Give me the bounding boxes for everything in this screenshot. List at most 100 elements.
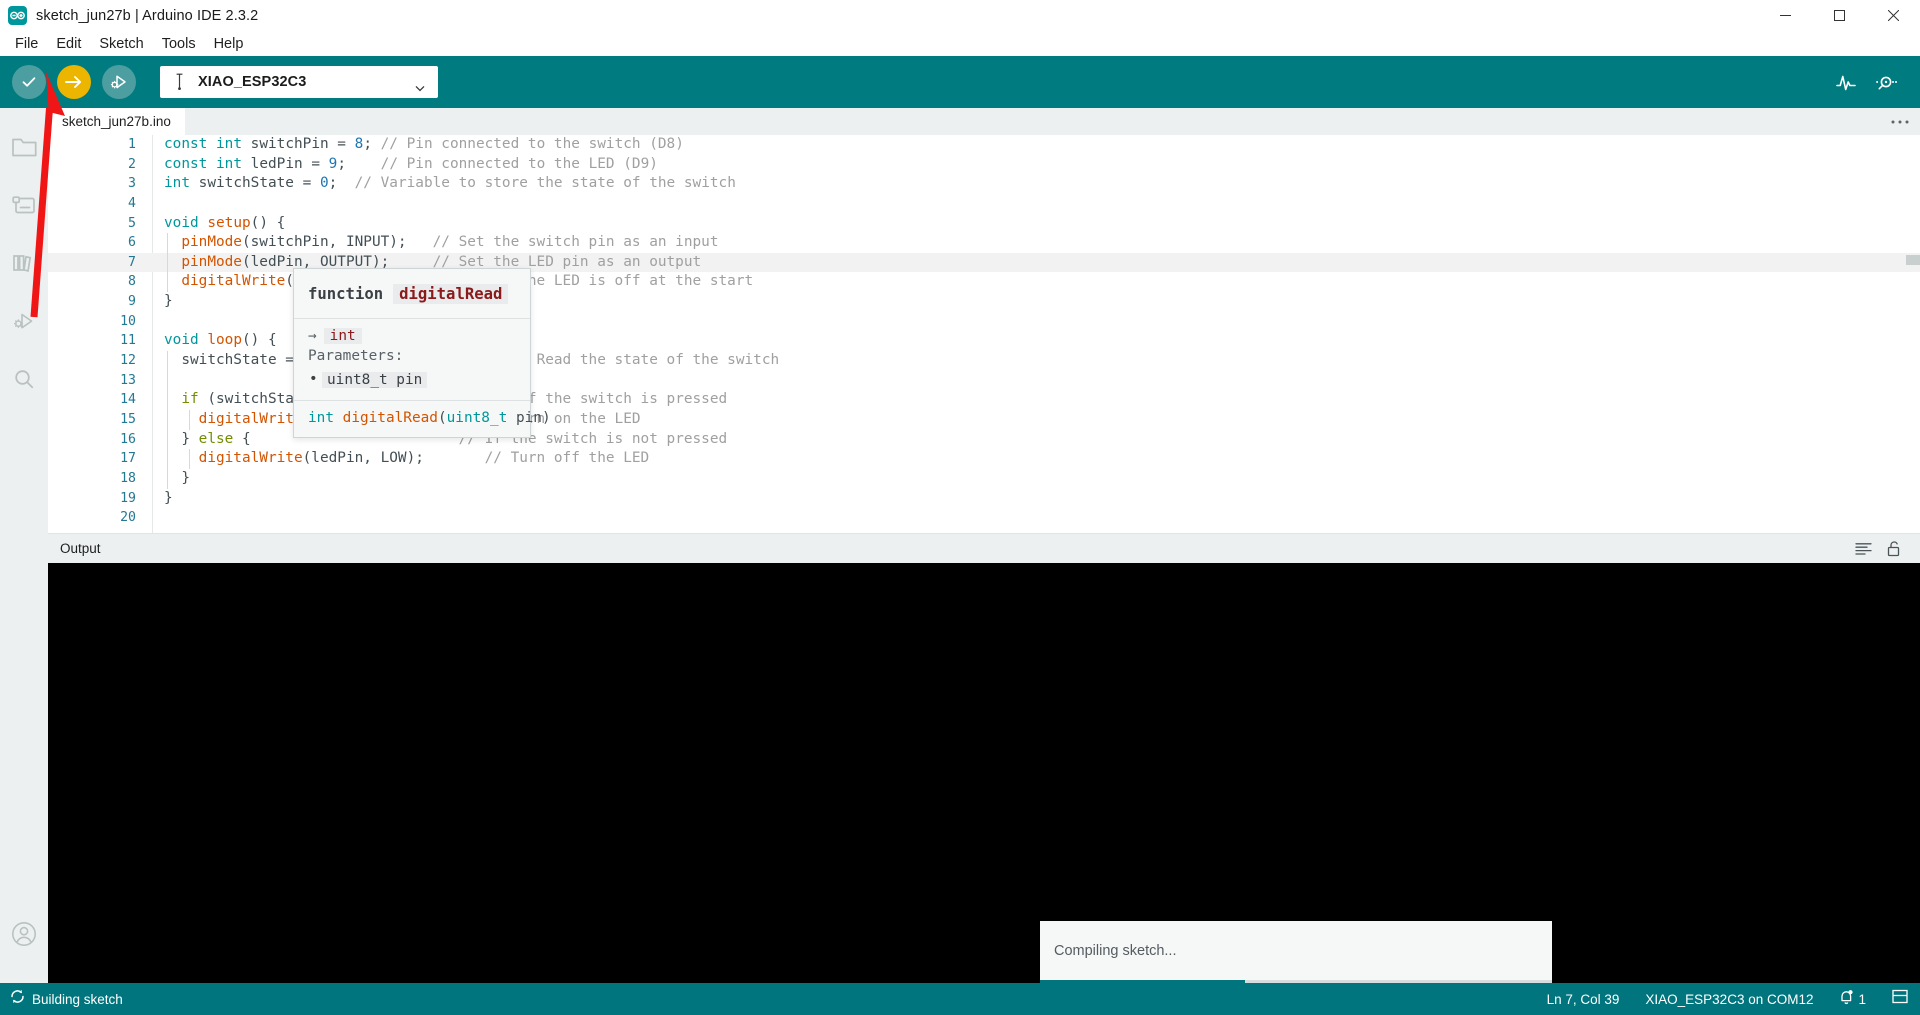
code-line[interactable]: 5void setup() { bbox=[48, 214, 1920, 234]
indent-guide bbox=[167, 371, 168, 391]
search-icon bbox=[11, 367, 38, 396]
editor-scrollbar[interactable] bbox=[1906, 255, 1920, 265]
notification-toast[interactable]: Compiling sketch... bbox=[1040, 921, 1552, 983]
serial-plotter-icon[interactable] bbox=[1826, 62, 1866, 102]
cursor-position[interactable]: Ln 7, Col 39 bbox=[1547, 992, 1620, 1007]
code-line[interactable]: 17 digitalWrite(ledPin, LOW); // Turn of… bbox=[48, 449, 1920, 469]
sidebar-item-boards-manager[interactable] bbox=[0, 178, 48, 236]
sidebar-item-library-manager[interactable] bbox=[0, 236, 48, 294]
arduino-ide-window: sketch_jun27b | Arduino IDE 2.3.2 File E… bbox=[0, 0, 1920, 1015]
window-title: sketch_jun27b | Arduino IDE 2.3.2 bbox=[36, 8, 258, 24]
unlock-icon[interactable] bbox=[1878, 534, 1908, 564]
code-line-text: const int switchPin = 8; // Pin connecte… bbox=[164, 135, 684, 155]
code-line-text: } bbox=[164, 489, 173, 509]
line-number: 17 bbox=[48, 449, 136, 469]
status-bar-right: Ln 7, Col 39 XIAO_ESP32C3 on COM12 1 bbox=[1521, 989, 1920, 1010]
check-icon bbox=[19, 72, 39, 92]
panel-toggle-button[interactable] bbox=[1892, 989, 1908, 1009]
code-line-text: } bbox=[164, 292, 173, 312]
line-number: 3 bbox=[48, 174, 136, 194]
code-line[interactable]: 4 bbox=[48, 194, 1920, 214]
bell-icon bbox=[1839, 989, 1854, 1010]
debug-button[interactable] bbox=[102, 65, 136, 99]
editor-area: sketch_jun27b.ino 1 const int switchPin =… bbox=[48, 108, 1920, 533]
upload-button[interactable] bbox=[57, 65, 91, 99]
line-number: 16 bbox=[48, 430, 136, 450]
menu-item-edit[interactable]: Edit bbox=[47, 32, 90, 56]
sidebar-item-debug[interactable] bbox=[0, 294, 48, 352]
line-number: 1 bbox=[48, 135, 136, 155]
hover-card-header: function digitalRead bbox=[294, 269, 530, 319]
code-line[interactable]: 6 pinMode(switchPin, INPUT); // Set the … bbox=[48, 233, 1920, 253]
ellipsis-icon[interactable] bbox=[1880, 108, 1920, 135]
line-number: 9 bbox=[48, 292, 136, 312]
line-number: 18 bbox=[48, 469, 136, 489]
line-number: 15 bbox=[48, 410, 136, 430]
code-line[interactable]: 2const int ledPin = 9; // Pin connected … bbox=[48, 155, 1920, 175]
hover-card-signature: int digitalRead(uint8_t pin) bbox=[294, 401, 530, 437]
line-number: 13 bbox=[48, 371, 136, 391]
line-number: 20 bbox=[48, 508, 136, 528]
hover-card-return-type: int bbox=[324, 328, 362, 344]
account-icon bbox=[11, 921, 37, 952]
hover-card-symbol-name: digitalRead bbox=[393, 284, 508, 304]
hover-card-return: →int bbox=[308, 328, 516, 344]
editor-tab-filler bbox=[185, 108, 1880, 135]
debug-icon bbox=[109, 72, 130, 92]
output-panel-header: Output bbox=[48, 533, 1920, 563]
minimize-button[interactable] bbox=[1758, 0, 1812, 32]
menu-item-file[interactable]: File bbox=[6, 32, 47, 56]
board-port-status[interactable]: XIAO_ESP32C3 on COM12 bbox=[1645, 992, 1813, 1007]
sidebar-item-sketchbook[interactable] bbox=[0, 120, 48, 178]
code-line-text: digitalWrite(ledPin, LOW); // Turn off t… bbox=[164, 449, 649, 469]
line-number: 10 bbox=[48, 312, 136, 332]
code-line-text: int switchState = 0; // Variable to stor… bbox=[164, 174, 736, 194]
code-line[interactable]: 19} bbox=[48, 489, 1920, 509]
maximize-button[interactable] bbox=[1812, 0, 1866, 32]
spinner-icon bbox=[10, 989, 25, 1009]
toolbar-right-actions bbox=[1826, 62, 1920, 102]
line-number: 7 bbox=[48, 253, 136, 273]
menu-item-sketch[interactable]: Sketch bbox=[90, 32, 152, 56]
status-bar-left[interactable]: Building sketch bbox=[10, 989, 123, 1009]
wrap-lines-icon[interactable] bbox=[1848, 534, 1878, 564]
menu-item-help[interactable]: Help bbox=[205, 32, 253, 56]
hover-card-parameter-item: uint8_t pin bbox=[308, 372, 516, 388]
menu-bar: File Edit Sketch Tools Help bbox=[0, 32, 1920, 56]
arduino-logo-icon bbox=[8, 6, 27, 25]
editor-tab-bar: sketch_jun27b.ino bbox=[48, 108, 1920, 135]
verify-button[interactable] bbox=[12, 65, 46, 99]
line-number: 14 bbox=[48, 390, 136, 410]
code-line-text: const int ledPin = 9; // Pin connected t… bbox=[164, 155, 658, 175]
status-bar: Building sketch Ln 7, Col 39 XIAO_ESP32C… bbox=[0, 983, 1920, 1015]
status-bar-message: Building sketch bbox=[32, 992, 123, 1007]
boards-manager-icon bbox=[11, 193, 38, 222]
line-number: 19 bbox=[48, 489, 136, 509]
menu-item-tools[interactable]: Tools bbox=[153, 32, 205, 56]
hover-card-keyword: function bbox=[308, 285, 383, 303]
code-line[interactable]: 3 int switchState = 0; // Variable to sto… bbox=[48, 174, 1920, 194]
line-number: 5 bbox=[48, 214, 136, 234]
signature-token: uint8_t bbox=[447, 410, 508, 426]
code-line-text: void loop() { bbox=[164, 331, 277, 351]
editor-tab-sketch[interactable]: sketch_jun27b.ino bbox=[48, 108, 185, 135]
output-console[interactable] bbox=[48, 563, 1920, 983]
code-line[interactable]: 1 const int switchPin = 8; // Pin connect… bbox=[48, 135, 1920, 155]
chevron-down-icon[interactable] bbox=[415, 79, 425, 97]
close-button[interactable] bbox=[1866, 0, 1920, 32]
line-number: 4 bbox=[48, 194, 136, 214]
signature-token: pin) bbox=[507, 410, 550, 426]
hover-card-parameters-label: Parameters: bbox=[308, 348, 516, 364]
sidebar-item-search[interactable] bbox=[0, 352, 48, 410]
code-line[interactable]: 20 bbox=[48, 508, 1920, 528]
signature-token: digitalRead bbox=[343, 410, 438, 426]
editor-tab-label: sketch_jun27b.ino bbox=[62, 114, 171, 129]
title-bar: sketch_jun27b | Arduino IDE 2.3.2 bbox=[0, 0, 1920, 32]
board-selector[interactable]: XIAO_ESP32C3 bbox=[160, 66, 438, 98]
line-number: 12 bbox=[48, 351, 136, 371]
signature-token: ( bbox=[438, 410, 447, 426]
notifications-button[interactable]: 1 bbox=[1839, 989, 1866, 1010]
code-line[interactable]: 18 } bbox=[48, 469, 1920, 489]
serial-monitor-icon[interactable] bbox=[1866, 62, 1906, 102]
sidebar-item-account[interactable] bbox=[0, 907, 48, 965]
